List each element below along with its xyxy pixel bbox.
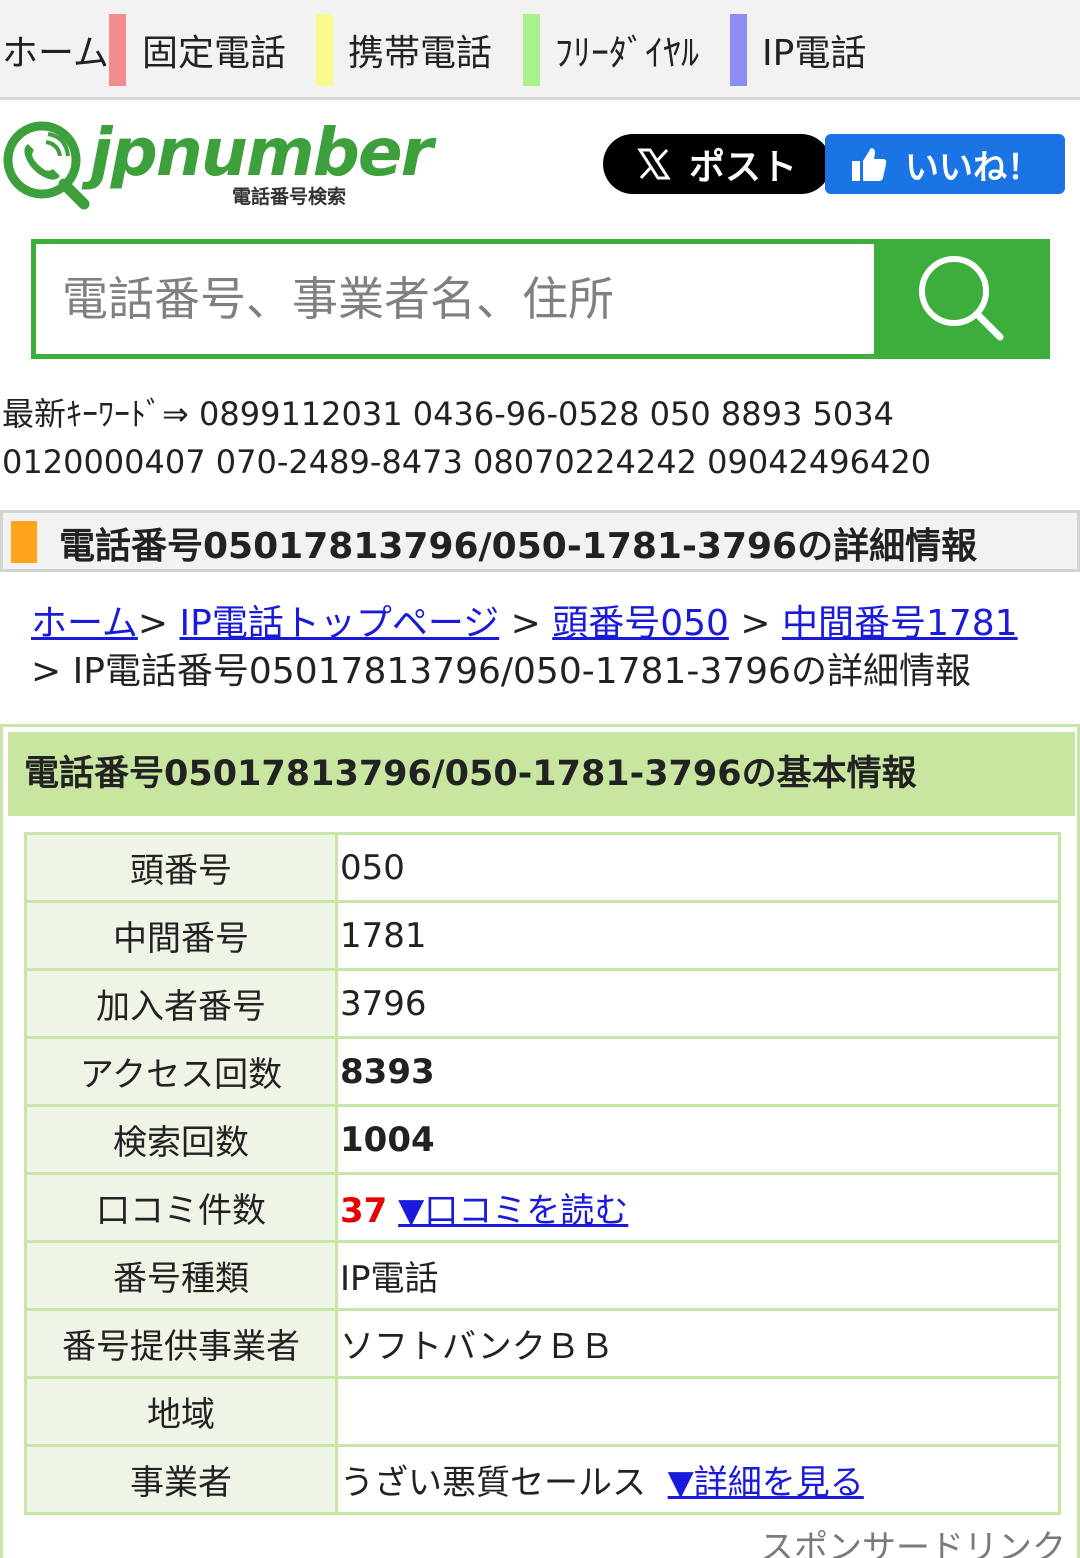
latest-keywords: 最新ｷｰﾜｰﾄﾞ⇒ 0899112031 0436-96-0528 050 88… <box>2 390 1077 486</box>
breadcrumb: ホーム> IP電話トップページ > 頭番号050 > 中間番号1781 > IP… <box>31 600 1071 696</box>
table-row: 番号提供事業者 ソフトバンクＢＢ <box>24 1308 1061 1379</box>
search-count: 1004 <box>335 1104 1061 1175</box>
nav-mobile[interactable]: 携帯電話 <box>348 14 492 86</box>
row-value: IP電話 <box>335 1240 1061 1311</box>
table-row: 加入者番号 3796 <box>24 968 1061 1039</box>
breadcrumb-sep: > <box>728 603 782 644</box>
table-row: 中間番号 1781 <box>24 900 1061 971</box>
breadcrumb-middle[interactable]: 中間番号1781 <box>782 603 1018 644</box>
keyword-link[interactable]: 0120000407 <box>2 443 206 481</box>
page-heading: 電話番号05017813796/050-1781-3796の詳細情報 <box>0 510 1080 572</box>
keywords-label: 最新ｷｰﾜｰﾄﾞ⇒ <box>2 395 189 433</box>
basic-info-table: 頭番号 050 中間番号 1781 加入者番号 3796 アクセス回数 8393… <box>24 832 1061 1515</box>
row-value: 050 <box>335 832 1061 903</box>
keyword-link[interactable]: 09042496420 <box>707 443 931 481</box>
row-value: 1781 <box>335 900 1061 971</box>
row-key: 番号提供事業者 <box>24 1308 338 1379</box>
row-value: ソフトバンクＢＢ <box>335 1308 1061 1379</box>
search-icon <box>919 256 1004 341</box>
nav-divider <box>730 14 747 86</box>
heading-accent <box>11 521 37 563</box>
x-post-label: ポスト <box>688 147 797 188</box>
search-input[interactable] <box>36 244 874 354</box>
business-name: うざい悪質セールス <box>340 1463 646 1503</box>
access-count: 8393 <box>335 1036 1061 1107</box>
row-key: 口コミ件数 <box>24 1172 338 1243</box>
row-key: 頭番号 <box>24 832 338 903</box>
sponsored-link-label: スポンサードリンク <box>750 1520 1076 1558</box>
breadcrumb-ip-top[interactable]: IP電話トップページ <box>180 603 500 644</box>
row-value <box>335 1376 1061 1447</box>
table-row: 事業者 うざい悪質セールス ▼詳細を見る <box>24 1444 1061 1515</box>
table-row: 番号種類 IP電話 <box>24 1240 1061 1311</box>
nav-ip-phone[interactable]: IP電話 <box>762 14 866 86</box>
nav-home[interactable]: ホーム <box>2 14 109 86</box>
page-title: 電話番号05017813796/050-1781-3796の詳細情報 <box>59 526 978 567</box>
keyword-link[interactable]: 0899112031 <box>199 395 403 433</box>
nav-divider <box>109 14 126 86</box>
breadcrumb-home[interactable]: ホーム <box>31 603 138 644</box>
nav-freedial[interactable]: ﾌﾘｰﾀﾞｲﾔﾙ <box>555 14 699 86</box>
table-row: 口コミ件数 37 ▼口コミを読む <box>24 1172 1061 1243</box>
row-key: 加入者番号 <box>24 968 338 1039</box>
table-row: 頭番号 050 <box>24 832 1061 903</box>
breadcrumb-sep: > <box>499 603 553 644</box>
breadcrumb-current: IP電話番号05017813796/050-1781-3796の詳細情報 <box>72 651 971 692</box>
row-key: アクセス回数 <box>24 1036 338 1107</box>
basic-info-panel: 電話番号05017813796/050-1781-3796の基本情報 頭番号 0… <box>0 724 1080 1558</box>
nav-landline[interactable]: 固定電話 <box>142 14 286 86</box>
row-key: 検索回数 <box>24 1104 338 1175</box>
review-count: 37 <box>340 1191 388 1231</box>
site-logo[interactable]: jpnumber 電話番号検索 <box>0 114 433 214</box>
like-label: いいね！ <box>905 147 1041 188</box>
table-row: 地域 <box>24 1376 1061 1447</box>
keyword-link[interactable]: 0436-96-0528 <box>413 395 640 433</box>
row-key: 中間番号 <box>24 900 338 971</box>
row-key: 事業者 <box>24 1444 338 1515</box>
read-reviews-link[interactable]: ▼口コミを読む <box>398 1191 628 1231</box>
breadcrumb-sep: > <box>31 651 73 692</box>
row-key: 番号種類 <box>24 1240 338 1311</box>
breadcrumb-prefix[interactable]: 頭番号050 <box>552 603 729 644</box>
x-post-button[interactable]: ポスト <box>603 134 831 194</box>
keyword-link[interactable]: 070-2489-8473 <box>216 443 463 481</box>
view-details-link[interactable]: ▼詳細を見る <box>668 1463 864 1503</box>
thumbs-up-icon <box>852 148 887 181</box>
row-key: 地域 <box>24 1376 338 1447</box>
keyword-link[interactable]: 08070224242 <box>473 443 697 481</box>
phone-magnifier-icon <box>3 121 90 210</box>
search-button[interactable] <box>874 244 1050 354</box>
x-logo-icon <box>637 148 671 180</box>
nav-divider <box>523 14 540 86</box>
logo-wordmark: jpnumber <box>90 114 433 191</box>
facebook-like-button[interactable]: いいね！ <box>825 134 1065 194</box>
nav-divider <box>316 14 333 86</box>
logo-subtitle: 電話番号検索 <box>232 186 347 208</box>
top-nav: ホーム 固定電話 携帯電話 ﾌﾘｰﾀﾞｲﾔﾙ IP電話 <box>0 0 1080 100</box>
keyword-link[interactable]: 050 8893 5034 <box>650 395 894 433</box>
breadcrumb-sep: > <box>137 603 180 644</box>
row-value: うざい悪質セールス ▼詳細を見る <box>335 1444 1061 1515</box>
table-row: アクセス回数 8393 <box>24 1036 1061 1107</box>
row-value: 3796 <box>335 968 1061 1039</box>
search-box <box>31 239 1050 359</box>
table-row: 検索回数 1004 <box>24 1104 1061 1175</box>
row-value: 37 ▼口コミを読む <box>335 1172 1061 1243</box>
basic-info-title: 電話番号05017813796/050-1781-3796の基本情報 <box>8 732 1075 816</box>
